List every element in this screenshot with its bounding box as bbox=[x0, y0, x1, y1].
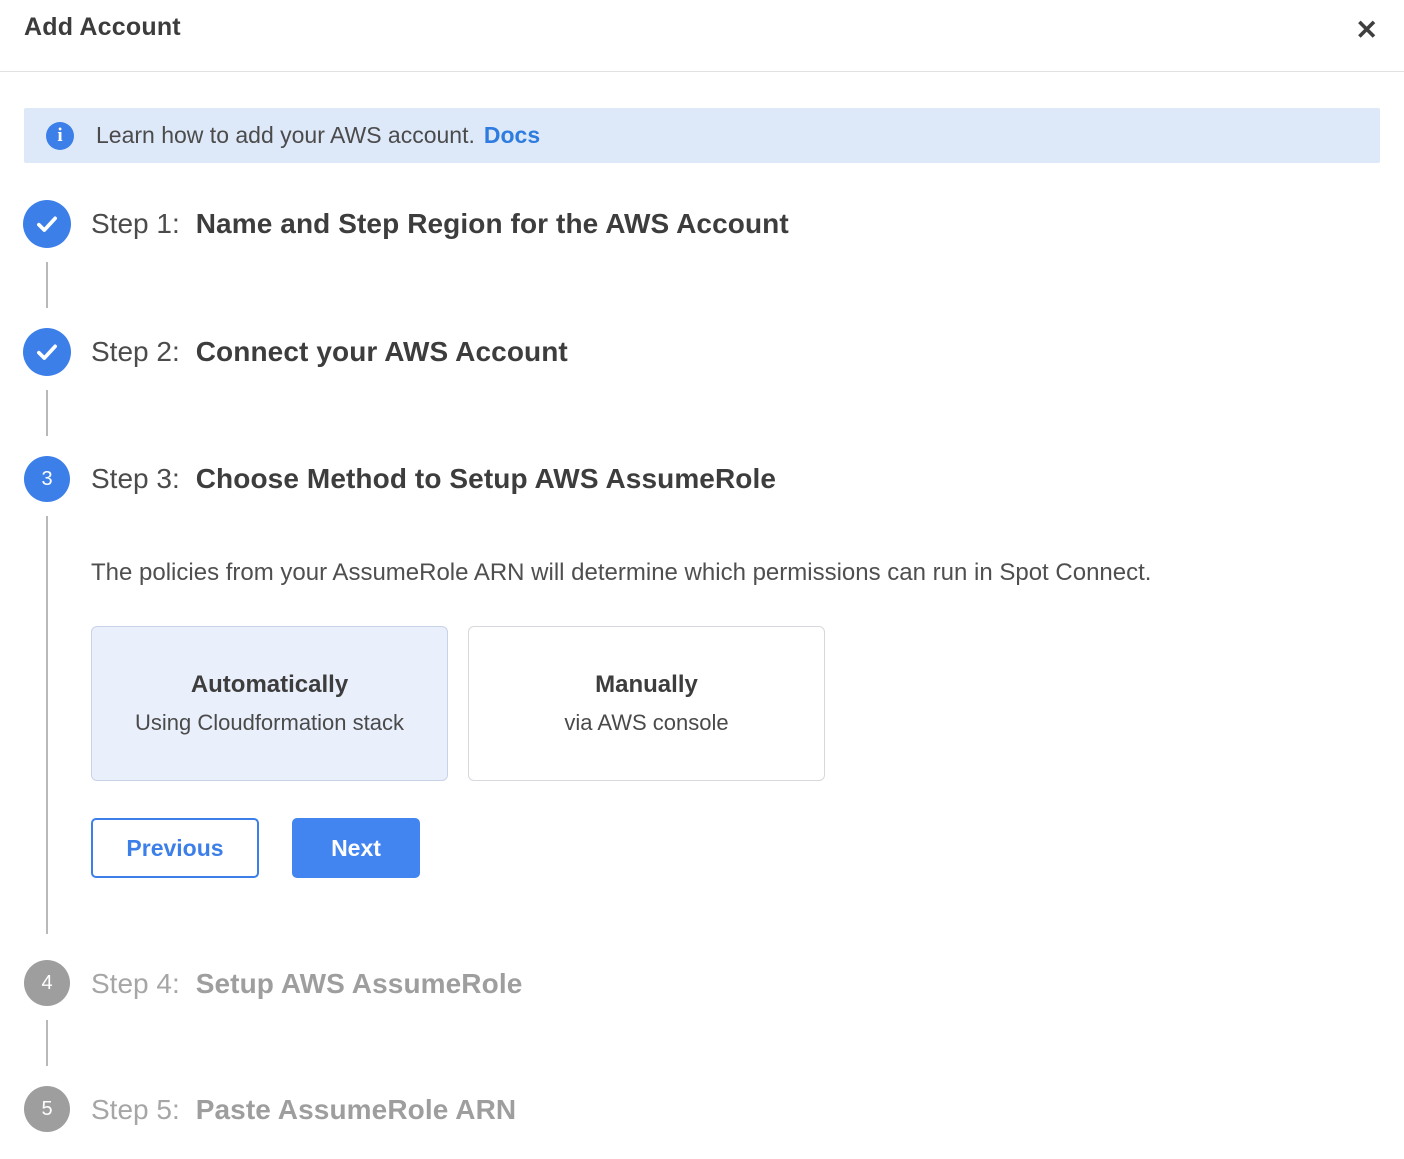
step-3-section: 3 Step 3: Choose Method to Setup AWS Ass… bbox=[0, 456, 1404, 960]
step-2-section: Step 2: Connect your AWS Account bbox=[0, 328, 1404, 436]
step-3-title: Choose Method to Setup AWS AssumeRole bbox=[196, 463, 776, 495]
modal-header: Add Account ✕ bbox=[0, 0, 1404, 72]
step-2-label: Step 2: bbox=[91, 336, 180, 368]
step-5-rail: 5 bbox=[23, 1086, 71, 1134]
step-connector bbox=[46, 1020, 48, 1066]
step-1-rail bbox=[23, 200, 71, 308]
step-1-header: Step 1: Name and Step Region for the AWS… bbox=[91, 200, 789, 248]
step-2-header: Step 2: Connect your AWS Account bbox=[91, 328, 568, 376]
step-5-number: 5 bbox=[41, 1098, 52, 1121]
step-1-section: Step 1: Name and Step Region for the AWS… bbox=[0, 200, 1404, 308]
step-3-rail: 3 bbox=[23, 456, 71, 960]
step-4-number: 4 bbox=[41, 972, 52, 995]
step-2-title: Connect your AWS Account bbox=[196, 336, 568, 368]
step-2-complete-circle bbox=[23, 328, 71, 376]
step-3-number-circle: 3 bbox=[24, 456, 70, 502]
step-4-rail: 4 bbox=[23, 960, 71, 1066]
step-4-section: 4 Step 4: Setup AWS AssumeRole bbox=[0, 960, 1404, 1066]
close-button[interactable]: ✕ bbox=[1349, 13, 1384, 48]
option-automatically[interactable]: Automatically Using Cloudformation stack bbox=[91, 626, 448, 781]
add-account-modal: Add Account ✕ i Learn how to add your AW… bbox=[0, 0, 1404, 1134]
info-banner: i Learn how to add your AWS account. Doc… bbox=[24, 108, 1380, 163]
option-automatically-title: Automatically bbox=[191, 671, 348, 699]
step-3-header: Step 3: Choose Method to Setup AWS Assum… bbox=[91, 456, 1151, 502]
step-3-actions: Previous Next bbox=[91, 818, 1151, 878]
option-manually-subtitle: via AWS console bbox=[564, 710, 728, 736]
previous-button[interactable]: Previous bbox=[91, 818, 259, 878]
step-3-label: Step 3: bbox=[91, 463, 180, 495]
step-3-number: 3 bbox=[41, 468, 52, 491]
next-button[interactable]: Next bbox=[292, 818, 420, 878]
step-5-label: Step 5: bbox=[91, 1094, 180, 1126]
step-4-title: Setup AWS AssumeRole bbox=[196, 968, 523, 1000]
option-manually[interactable]: Manually via AWS console bbox=[468, 626, 825, 781]
step-1-label: Step 1: bbox=[91, 208, 180, 240]
step-connector bbox=[46, 262, 48, 308]
docs-link[interactable]: Docs bbox=[484, 122, 540, 149]
step-3-body: Step 3: Choose Method to Setup AWS Assum… bbox=[91, 456, 1151, 960]
wizard-steps: Step 1: Name and Step Region for the AWS… bbox=[0, 200, 1404, 1134]
step-1-title: Name and Step Region for the AWS Account bbox=[196, 208, 789, 240]
option-automatically-subtitle: Using Cloudformation stack bbox=[135, 710, 404, 736]
banner-text: Learn how to add your AWS account. bbox=[96, 122, 475, 149]
step-5-number-circle: 5 bbox=[24, 1086, 70, 1132]
setup-method-options: Automatically Using Cloudformation stack… bbox=[91, 626, 1151, 781]
option-manually-title: Manually bbox=[595, 671, 698, 699]
step-5-section: 5 Step 5: Paste AssumeRole ARN bbox=[0, 1086, 1404, 1134]
check-icon bbox=[34, 339, 60, 365]
step-5-title: Paste AssumeRole ARN bbox=[196, 1094, 516, 1126]
step-4-header: Step 4: Setup AWS AssumeRole bbox=[91, 960, 522, 1008]
modal-title: Add Account bbox=[24, 13, 181, 42]
step-connector bbox=[46, 390, 48, 436]
close-icon: ✕ bbox=[1355, 15, 1378, 45]
info-icon: i bbox=[46, 122, 74, 150]
step-4-label: Step 4: bbox=[91, 968, 180, 1000]
step-3-description: The policies from your AssumeRole ARN wi… bbox=[91, 558, 1151, 588]
check-icon bbox=[34, 211, 60, 237]
step-connector bbox=[46, 516, 48, 934]
step-4-number-circle: 4 bbox=[24, 960, 70, 1006]
step-1-complete-circle bbox=[23, 200, 71, 248]
step-2-rail bbox=[23, 328, 71, 436]
step-5-header: Step 5: Paste AssumeRole ARN bbox=[91, 1086, 516, 1134]
